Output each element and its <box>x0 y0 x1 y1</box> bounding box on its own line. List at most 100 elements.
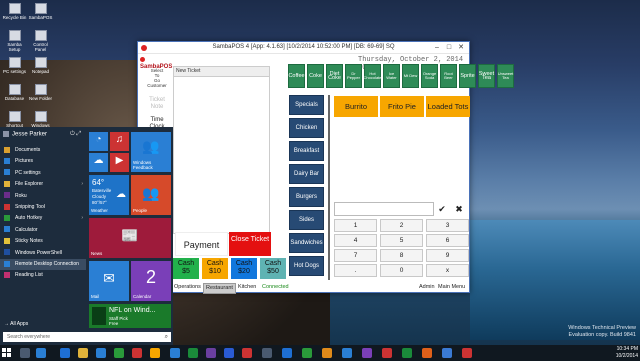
power-icon[interactable]: ⏻ ⤢ <box>70 131 81 138</box>
app-icon[interactable] <box>342 348 352 358</box>
sambapos-taskbar-icon[interactable] <box>462 348 472 358</box>
excel-icon[interactable] <box>188 348 198 358</box>
numpad-key[interactable]: 6 <box>426 234 469 247</box>
system-clock[interactable]: 10:34 PM 10/2/2014 <box>616 346 638 359</box>
numpad-key[interactable]: x <box>426 264 469 277</box>
task-view-icon[interactable] <box>36 348 46 358</box>
minimize-button[interactable]: – <box>431 43 443 53</box>
start-app-item[interactable]: Sticky Notes <box>0 236 86 247</box>
category-button[interactable]: Hot Dogs <box>289 256 324 276</box>
menu-item-button[interactable]: Frito Pie <box>380 96 424 117</box>
menu-item-button[interactable]: Sweet Tea <box>478 64 495 88</box>
music-tile[interactable]: ♫ <box>110 132 129 151</box>
app-icon[interactable] <box>282 348 292 358</box>
calendar-tile[interactable]: 2 Calendar <box>131 261 171 301</box>
menu-item-button[interactable]: Loaded Tots <box>426 96 470 117</box>
category-button[interactable]: Specials <box>289 95 324 115</box>
start-app-item[interactable]: Auto Hotkey › <box>0 213 86 224</box>
main-menu-button[interactable]: Main Menu <box>436 282 467 293</box>
category-button[interactable]: Chicken <box>289 118 324 138</box>
menu-item-button[interactable]: Burrito <box>334 96 378 117</box>
desktop-icon[interactable]: Notepad <box>28 56 53 82</box>
app-icon[interactable] <box>322 348 332 358</box>
check-icon[interactable]: ✔ <box>435 202 449 216</box>
start-app-item[interactable]: Remote Desktop Connection <box>0 258 86 271</box>
onedrive-tile[interactable]: ☁ <box>89 153 108 172</box>
app-icon[interactable] <box>170 348 180 358</box>
cash-button[interactable]: Cash $10 <box>202 258 228 279</box>
video-tile[interactable]: ▶ <box>110 153 129 172</box>
app-icon[interactable] <box>302 348 312 358</box>
numberpad-input[interactable] <box>334 202 434 216</box>
close-window-button[interactable]: ✕ <box>455 43 467 53</box>
start-app-item[interactable]: Snipping Tool <box>0 202 86 213</box>
skype-tile[interactable]: ◔ <box>89 132 108 151</box>
folder-icon[interactable] <box>78 348 88 358</box>
desktop-icon[interactable]: Database <box>2 83 27 109</box>
people-tile[interactable]: 👥 People <box>131 175 171 215</box>
app-icon[interactable] <box>206 348 216 358</box>
desktop-icon[interactable]: PC settings <box>2 56 27 82</box>
category-button[interactable]: Sandwiches <box>289 233 324 253</box>
windows-start-icon[interactable] <box>2 348 12 358</box>
category-button[interactable]: Burgers <box>289 187 324 207</box>
numpad-key[interactable]: 1 <box>334 219 377 232</box>
app-icon[interactable] <box>362 348 372 358</box>
start-app-item[interactable]: Reading List <box>0 270 86 281</box>
mail-tile[interactable]: ✉ Mail <box>89 261 129 301</box>
tab-restaurant[interactable]: Restaurant <box>203 283 236 294</box>
maximize-button[interactable]: □ <box>443 43 455 53</box>
menu-item-button[interactable]: Hot Chocolate <box>364 64 382 88</box>
start-app-item[interactable]: PC settings <box>0 168 86 179</box>
numpad-key[interactable]: 9 <box>426 249 469 262</box>
weather-tile[interactable]: 64° Batesville Cloudy 80°/57° Weather ☁ <box>89 175 129 215</box>
admin-button[interactable]: Admin <box>417 282 437 293</box>
numpad-key[interactable]: 5 <box>380 234 423 247</box>
app-icon[interactable] <box>402 348 412 358</box>
desktop-icon[interactable]: Control Panel <box>28 29 53 55</box>
menu-item-button[interactable]: Root Beer <box>440 64 457 88</box>
start-app-item[interactable]: Windows PowerShell <box>0 248 86 259</box>
start-app-item[interactable]: Documents <box>0 145 86 156</box>
app-icon[interactable] <box>262 348 272 358</box>
menu-item-button[interactable]: Mt Dew <box>402 64 419 88</box>
desktop-icon[interactable]: Recycle Bin <box>2 2 27 28</box>
numpad-key[interactable]: 4 <box>334 234 377 247</box>
ie-icon[interactable] <box>60 348 70 358</box>
desktop-icon[interactable]: SambaPOS <box>28 2 53 28</box>
menu-item-button[interactable]: Sprite <box>459 64 476 88</box>
start-search-input[interactable]: Search everywhere ⌕ <box>3 332 171 342</box>
store-icon[interactable] <box>96 348 106 358</box>
app-icon[interactable] <box>150 348 160 358</box>
ticket-note-button[interactable]: Ticket Note <box>140 97 174 111</box>
clear-icon[interactable]: ✖ <box>452 202 466 216</box>
title-bar[interactable]: SambaPOS 4 [App: 4.1.63] [10/2/2014 10:5… <box>138 42 469 54</box>
desktop-icon[interactable]: New Folder <box>28 83 53 109</box>
start-app-item[interactable]: File Explorer › <box>0 179 86 190</box>
numpad-key[interactable]: . <box>334 264 377 277</box>
app-icon[interactable] <box>242 348 252 358</box>
app-icon[interactable] <box>382 348 392 358</box>
tab-kitchen[interactable]: Kitchen <box>236 282 258 293</box>
start-app-item[interactable]: Pictures <box>0 156 86 167</box>
word-icon[interactable] <box>224 348 234 358</box>
tab-operations[interactable]: Operations <box>172 282 203 293</box>
category-button[interactable]: Breakfast <box>289 141 324 161</box>
menu-item-button[interactable]: Dr Pepper <box>345 64 362 88</box>
category-button[interactable]: Sides <box>289 210 324 230</box>
category-button[interactable]: Dairy Bar <box>289 164 324 184</box>
select-customer-button[interactable]: Select To Go Customer <box>140 68 174 88</box>
menu-item-button[interactable]: Diet Coke <box>326 64 343 88</box>
payment-button[interactable]: Payment <box>175 232 228 256</box>
menu-item-button[interactable]: Orange Soda <box>421 64 438 88</box>
app-icon[interactable] <box>114 348 124 358</box>
menu-item-button[interactable]: Unsweet Tea <box>497 64 514 88</box>
numpad-key[interactable]: 7 <box>334 249 377 262</box>
nfl-tile[interactable]: NFL on Wind... Staff Pick Free <box>89 304 171 328</box>
category-scrollbar[interactable] <box>328 95 330 280</box>
numpad-key[interactable]: 8 <box>380 249 423 262</box>
menu-item-button[interactable]: Coke <box>307 64 324 88</box>
firefox-icon[interactable] <box>422 348 432 358</box>
windows-feedback-tile[interactable]: 👥 Windows Feedback <box>131 132 171 172</box>
numpad-key[interactable]: 3 <box>426 219 469 232</box>
